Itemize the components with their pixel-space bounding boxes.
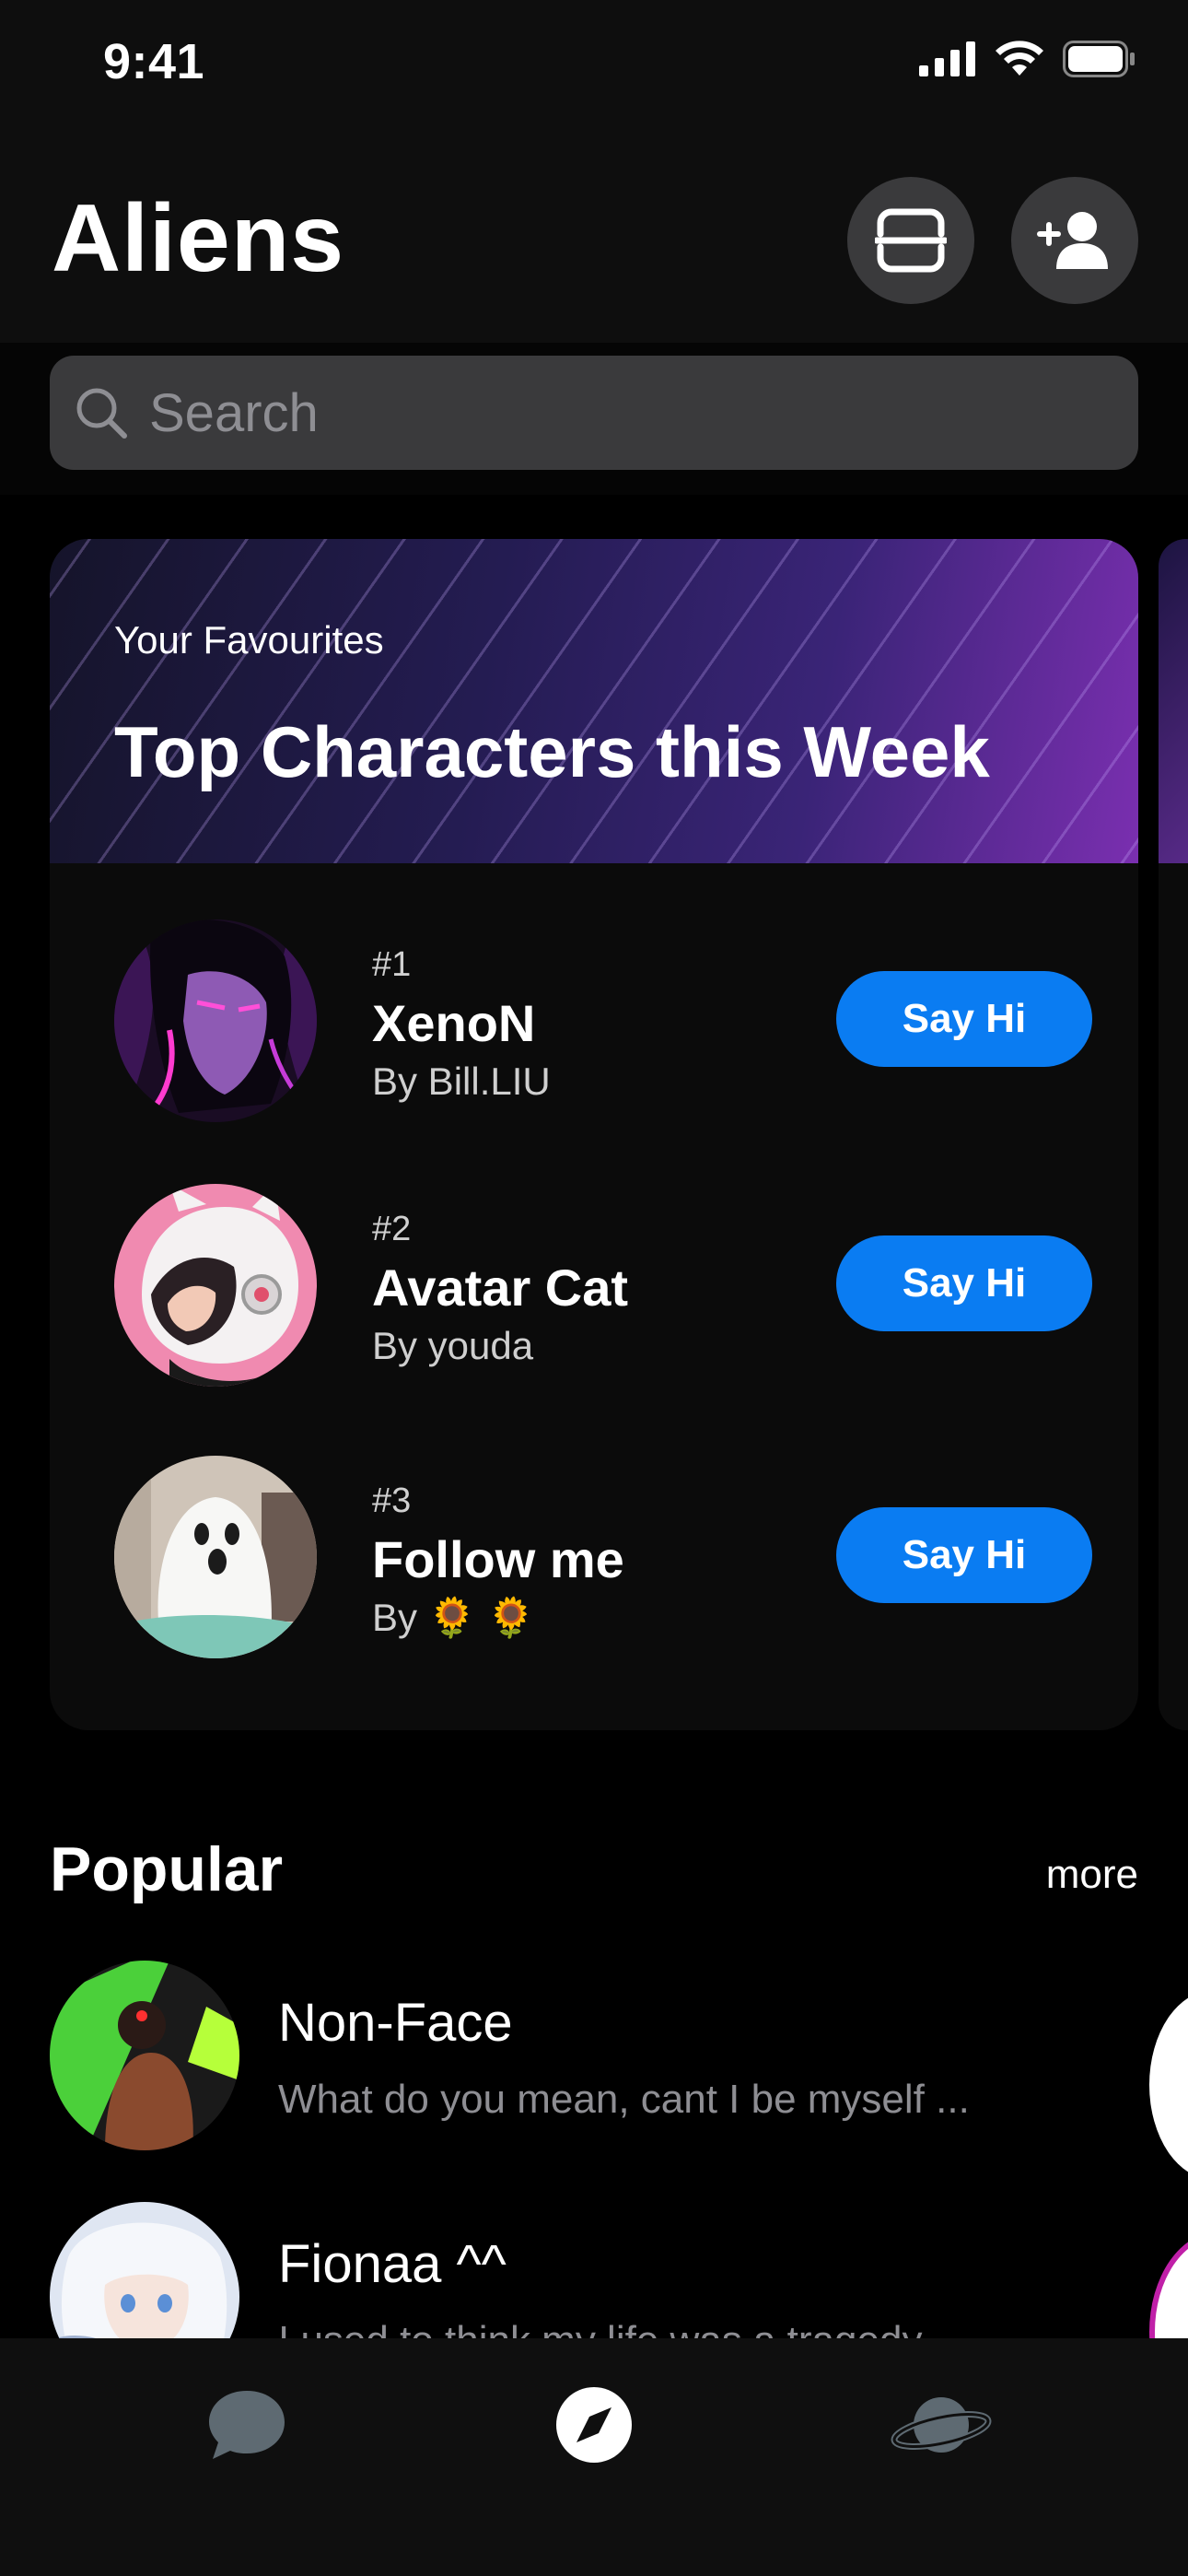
- planet-icon: [891, 2397, 992, 2453]
- character-author: By youda: [372, 1324, 534, 1367]
- app-screen: 9:41 Aliens Search Your Favourites Top C…: [0, 0, 1188, 2576]
- ranked-character-row[interactable]: #2 Avatar Cat By youda Say Hi: [50, 1184, 1138, 1396]
- character-author: By 🌻 🌻: [372, 1596, 535, 1639]
- add-person-icon: [1037, 212, 1108, 269]
- add-friend-button[interactable]: [1011, 177, 1138, 304]
- compass-icon: [556, 2387, 632, 2463]
- tab-planets[interactable]: [886, 2370, 996, 2480]
- status-time: 9:41: [103, 34, 205, 89]
- search-input[interactable]: [147, 381, 1072, 445]
- next-card-peek[interactable]: [1159, 539, 1188, 1730]
- search-icon: [76, 388, 127, 439]
- banner-title: Top Characters this Week: [114, 711, 990, 792]
- avatar[interactable]: [114, 919, 317, 1122]
- popular-section-title: Popular: [50, 1834, 284, 1904]
- battery-icon: [1063, 41, 1135, 77]
- rank-number: #2: [372, 1210, 412, 1248]
- say-hi-button[interactable]: Say Hi: [836, 1507, 1092, 1603]
- avatar[interactable]: [114, 1456, 317, 1658]
- avatar[interactable]: [114, 1184, 317, 1387]
- list-item-name: Non-Face: [278, 1993, 513, 2053]
- list-item-message: What do you mean, cant I be myself ...: [278, 2077, 970, 2122]
- search-bar[interactable]: [50, 356, 1138, 470]
- character-name: XenoN: [372, 994, 536, 1052]
- more-link[interactable]: more: [1046, 1852, 1138, 1898]
- status-icons: [919, 41, 1136, 77]
- top-characters-card[interactable]: Your Favourites Top Characters this Week: [50, 539, 1138, 1730]
- character-name: Follow me: [372, 1530, 624, 1588]
- tab-discover[interactable]: [539, 2370, 649, 2480]
- scan-button[interactable]: [847, 177, 974, 304]
- chat-bubble-icon: [209, 2391, 285, 2459]
- tab-chats[interactable]: [192, 2370, 302, 2480]
- character-name: Avatar Cat: [372, 1259, 629, 1317]
- avatar[interactable]: [50, 1961, 239, 2150]
- next-card-banner: [1159, 539, 1188, 863]
- rank-number: #3: [372, 1481, 412, 1520]
- wifi-icon: [996, 41, 1043, 76]
- tab-bar: [0, 2338, 1188, 2576]
- scan-frame-icon: [875, 208, 947, 273]
- ranked-character-row[interactable]: #1 XenoN By Bill.LIU Say Hi: [50, 919, 1138, 1131]
- cellular-signal-icon: [919, 41, 975, 76]
- banner-subtitle: Your Favourites: [114, 618, 384, 662]
- card-banner: Your Favourites Top Characters this Week: [50, 539, 1138, 863]
- ranked-character-row[interactable]: #3 Follow me By 🌻 🌻 Say Hi: [50, 1456, 1138, 1668]
- character-author: By Bill.LIU: [372, 1060, 551, 1103]
- page-title: Aliens: [52, 185, 345, 292]
- list-item-name: Fionaa ^^: [278, 2234, 507, 2294]
- say-hi-button[interactable]: Say Hi: [836, 1235, 1092, 1331]
- say-hi-button[interactable]: Say Hi: [836, 971, 1092, 1067]
- list-item[interactable]: Non-Face What do you mean, cant I be mys…: [50, 1961, 1188, 2163]
- rank-number: #1: [372, 945, 412, 984]
